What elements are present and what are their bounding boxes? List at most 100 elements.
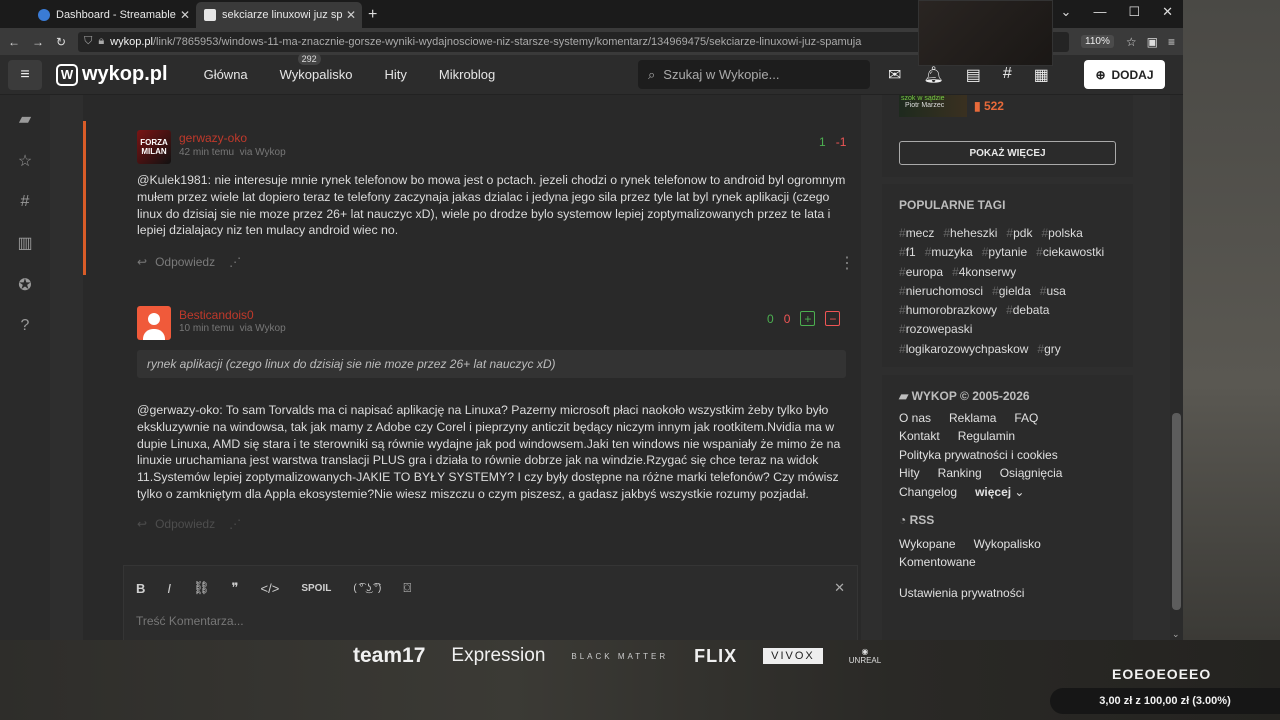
- link-regulamin[interactable]: Regulamin: [958, 429, 1015, 443]
- zoom-level[interactable]: 110%: [1081, 35, 1114, 48]
- upvote-button[interactable]: +: [800, 311, 816, 326]
- reply-icon[interactable]: ↩: [137, 517, 147, 531]
- bold-icon[interactable]: B: [136, 581, 145, 596]
- close-icon[interactable]: ✕: [180, 8, 190, 22]
- link-o-nas[interactable]: O nas: [899, 411, 931, 425]
- star-icon[interactable]: ☆: [1126, 35, 1137, 49]
- favorites-icon[interactable]: ☆: [18, 151, 32, 171]
- scrollbar[interactable]: ⌄: [1170, 95, 1183, 640]
- nav-wykopalisko[interactable]: Wykopalisko: [280, 67, 353, 82]
- share-icon[interactable]: ⋰: [229, 255, 241, 269]
- avatar[interactable]: FORZA MILAN: [137, 130, 171, 164]
- tag-link[interactable]: #ciekawostki: [1036, 243, 1104, 262]
- nav-mikroblog[interactable]: Mikroblog: [439, 67, 495, 82]
- user-avatar[interactable]: ▦: [1034, 65, 1049, 85]
- notifications-icon[interactable]: 🔔︎: [923, 65, 943, 85]
- tab-streamable[interactable]: Dashboard - Streamable ✕: [30, 2, 196, 28]
- mail-icon[interactable]: ✉: [888, 65, 901, 85]
- comment-input[interactable]: Treść Komentarza...: [124, 596, 857, 628]
- link-kontakt[interactable]: Kontakt: [899, 429, 940, 443]
- add-button[interactable]: ⊕ DODAJ: [1084, 60, 1165, 89]
- chat-icon[interactable]: ▤: [966, 65, 981, 85]
- search-input[interactable]: Szukaj w Wykopie...: [663, 67, 779, 82]
- search-box[interactable]: ⌕ Szukaj w Wykopie...: [638, 60, 870, 89]
- spoiler-button[interactable]: SPOIL: [301, 583, 331, 594]
- more-icon[interactable]: ⋮: [839, 253, 855, 273]
- chevron-down-icon[interactable]: ⌄: [1061, 4, 1072, 20]
- maximize-icon[interactable]: ☐: [1128, 4, 1140, 20]
- tag-link[interactable]: #4konserwy: [952, 263, 1016, 282]
- tag-link[interactable]: #europa: [899, 263, 943, 282]
- reload-icon[interactable]: ↻: [56, 35, 66, 49]
- rss-wykopalisko[interactable]: Wykopalisko: [974, 537, 1041, 551]
- nav-glowna[interactable]: Główna: [204, 67, 248, 82]
- menu-icon[interactable]: ≡: [1168, 35, 1175, 49]
- help-icon[interactable]: ?: [21, 317, 30, 335]
- italic-icon[interactable]: I: [167, 581, 171, 596]
- close-icon[interactable]: ✕: [346, 8, 356, 22]
- tag-link[interactable]: #mecz: [899, 224, 934, 243]
- reply-button[interactable]: Odpowiedz: [155, 517, 215, 531]
- tag-link[interactable]: #usa: [1040, 282, 1066, 301]
- tag-link[interactable]: #gry: [1037, 340, 1060, 359]
- scrollbar-thumb[interactable]: [1172, 413, 1181, 610]
- link-reklama[interactable]: Reklama: [949, 411, 996, 425]
- link-changelog[interactable]: Changelog: [899, 485, 957, 499]
- share-icon[interactable]: ⋰: [229, 517, 241, 531]
- hashtag-icon[interactable]: #: [1003, 65, 1012, 85]
- link-ranking[interactable]: Ranking: [938, 466, 982, 480]
- wykop-home-icon[interactable]: ▰: [19, 109, 31, 129]
- tag-link[interactable]: #logikarozowychpaskow: [899, 340, 1028, 359]
- tag-link[interactable]: #nieruchomosci: [899, 282, 983, 301]
- rss-komentowane[interactable]: Komentowane: [899, 555, 976, 569]
- link-icon[interactable]: ⛓: [193, 580, 210, 596]
- reply-button[interactable]: Odpowiedz: [155, 255, 215, 269]
- avatar[interactable]: [137, 306, 171, 340]
- close-icon[interactable]: ✕: [1162, 4, 1173, 20]
- tag-link[interactable]: #debata: [1006, 301, 1049, 320]
- mention-link[interactable]: @Kulek1981: [137, 173, 208, 187]
- downvote-button[interactable]: −: [825, 311, 841, 326]
- promo-thumbnail[interactable]: szok w sądzie Piotr Marzec: [899, 95, 967, 117]
- new-tab-icon[interactable]: +: [368, 2, 377, 28]
- link-hity[interactable]: Hity: [899, 466, 920, 480]
- ranking-icon[interactable]: ▥: [17, 233, 32, 253]
- camera-icon[interactable]: ⌼: [403, 580, 411, 596]
- forward-icon[interactable]: →: [32, 35, 44, 49]
- code-icon[interactable]: </>: [261, 581, 280, 596]
- nav-hity[interactable]: Hity: [385, 67, 407, 82]
- tag-link[interactable]: #gielda: [992, 282, 1031, 301]
- tags-icon[interactable]: #: [21, 193, 30, 211]
- mention-link[interactable]: @gerwazy-oko: [137, 403, 219, 417]
- tag-link[interactable]: #humorobrazkowy: [899, 301, 997, 320]
- tag-link[interactable]: #muzyka: [925, 243, 973, 262]
- close-icon[interactable]: ✕: [834, 580, 845, 596]
- tag-link[interactable]: #rozowepaski: [899, 320, 972, 339]
- chevron-down-icon[interactable]: ⌄: [1172, 629, 1180, 640]
- link-osiagniecia[interactable]: Osiągnięcia: [1000, 466, 1063, 480]
- quote-icon[interactable]: ❞: [232, 580, 239, 596]
- hamburger-icon[interactable]: ≡: [8, 59, 42, 90]
- minimize-icon[interactable]: —: [1093, 4, 1106, 20]
- tag-link[interactable]: #pytanie: [982, 243, 1027, 262]
- comment-via[interactable]: via Wykop: [240, 323, 286, 334]
- achievements-icon[interactable]: ✪: [18, 275, 31, 295]
- tab-wykop[interactable]: sekciarze linuxowi juz spamuja ✕: [196, 2, 362, 28]
- show-more-button[interactable]: POKAŻ WIĘCEJ: [899, 141, 1116, 165]
- link-more[interactable]: więcej: [975, 485, 1011, 499]
- comment-author[interactable]: gerwazy-oko: [179, 131, 247, 145]
- tag-link[interactable]: #heheszki: [943, 224, 997, 243]
- tag-link[interactable]: #f1: [899, 243, 916, 262]
- link-privacy-policy[interactable]: Polityka prywatności i cookies: [899, 448, 1058, 462]
- link-faq[interactable]: FAQ: [1014, 411, 1038, 425]
- rss-wykopane[interactable]: Wykopane: [899, 537, 956, 551]
- back-icon[interactable]: ←: [8, 35, 20, 49]
- tag-link[interactable]: #polska: [1041, 224, 1082, 243]
- extension-icon[interactable]: ▣: [1147, 35, 1158, 49]
- comment-author[interactable]: Besticandois0: [179, 308, 254, 322]
- tag-link[interactable]: #pdk: [1006, 224, 1032, 243]
- reply-icon[interactable]: ↩: [137, 255, 147, 269]
- privacy-settings-link[interactable]: Ustawienia prywatności: [899, 584, 1116, 602]
- comment-via[interactable]: via Wykop: [240, 147, 286, 158]
- site-logo[interactable]: W wykop.pl: [56, 63, 168, 86]
